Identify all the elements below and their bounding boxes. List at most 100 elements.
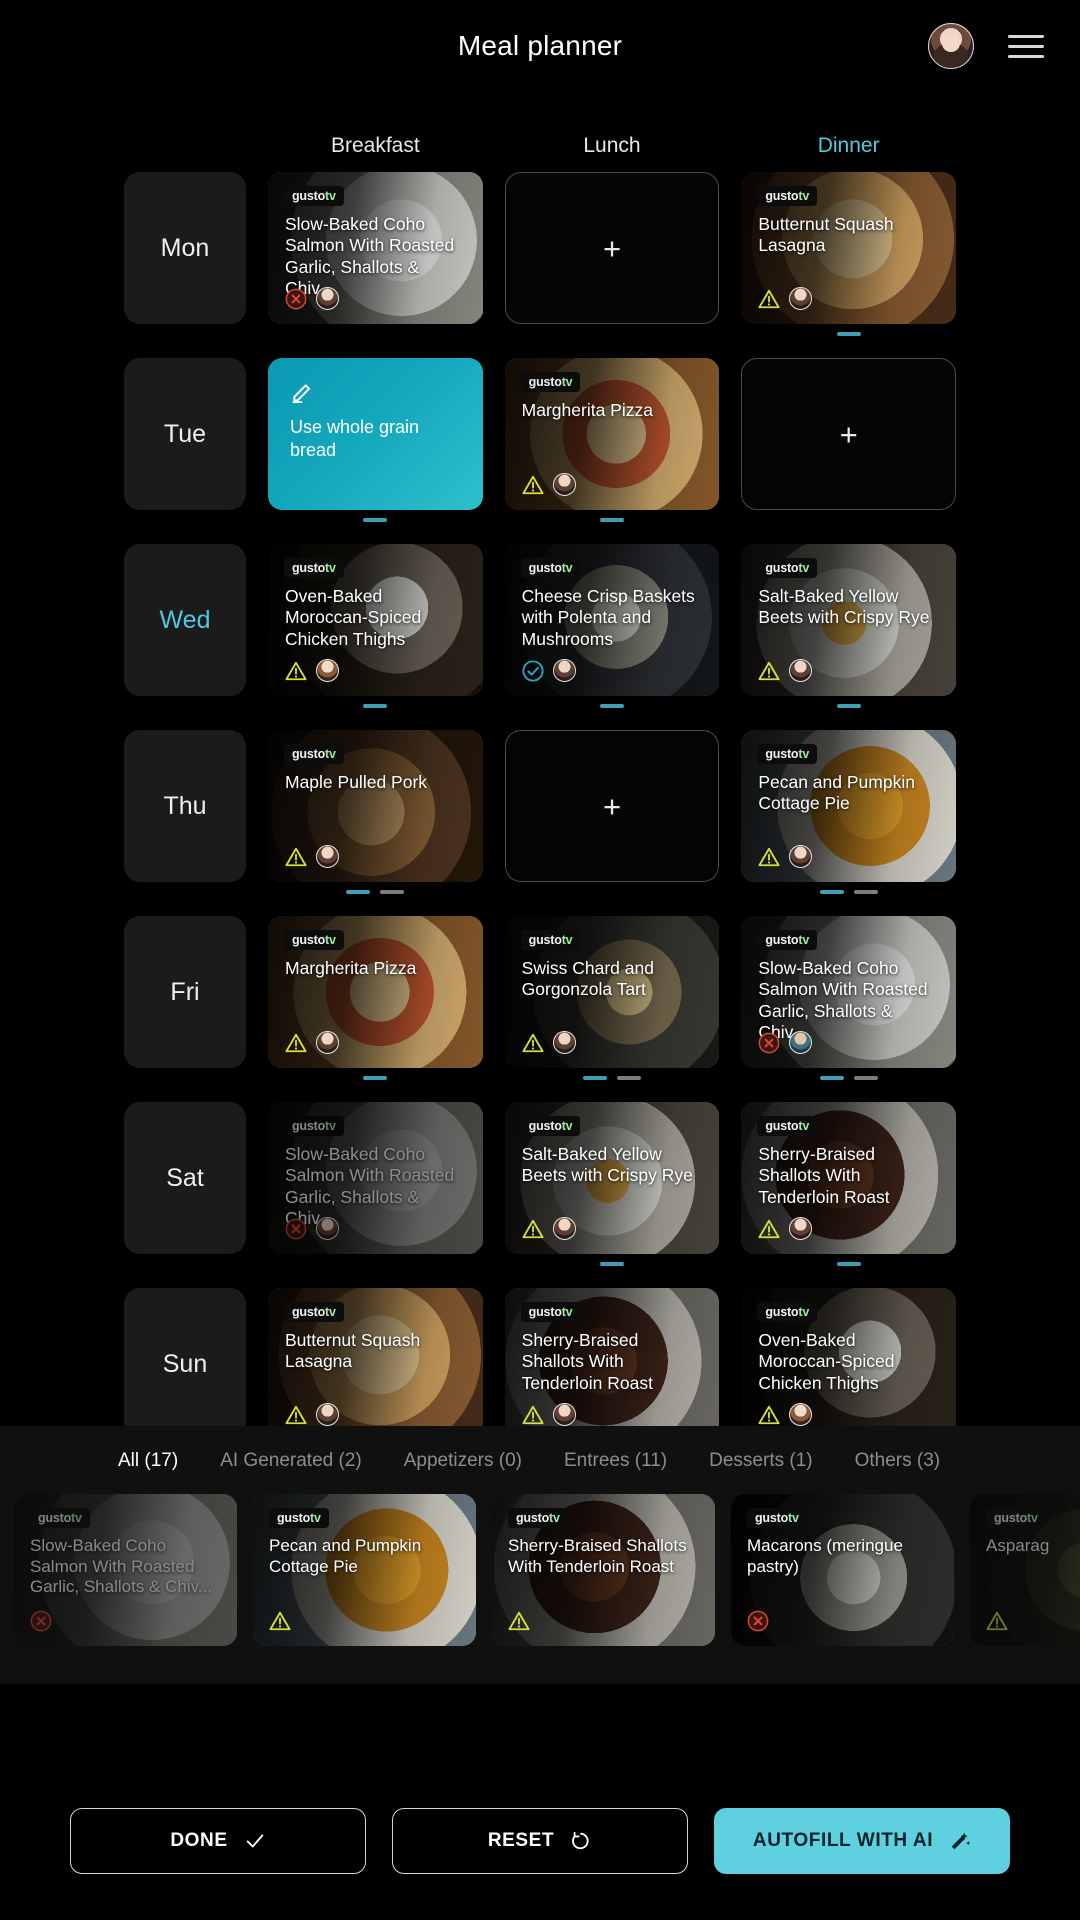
note-card[interactable]: Use whole grain bread (268, 358, 483, 510)
recipe-card[interactable]: gustotv Pecan and Pumpkin Cottage Pie (253, 1494, 476, 1646)
brand-badge: gustotv (520, 372, 581, 392)
brand-badge: gustotv (284, 1116, 344, 1136)
pagination-dot-active[interactable] (599, 704, 624, 708)
day-label-wed[interactable]: Wed (124, 544, 246, 696)
meal-card[interactable]: gustotv Margherita Pizza (268, 916, 483, 1068)
add-meal-slot[interactable]: + (504, 172, 720, 324)
meal-card[interactable]: gustotv Oven-Baked Moroccan-Spiced Chicke… (268, 544, 483, 696)
meal-card[interactable]: gustotv Slow-Baked Coho Salmon With Roast… (268, 1102, 483, 1254)
meal-status-icons (758, 659, 813, 682)
recipe-card[interactable]: gustotv Slow-Baked Coho Salmon With Roast… (14, 1494, 237, 1646)
filter-tab[interactable]: All (17) (118, 1450, 178, 1472)
done-button[interactable]: DONE (70, 1808, 366, 1874)
meal-status-icons (758, 1403, 813, 1426)
meal-card[interactable]: gustotv Pecan and Pumpkin Cottage Pie (741, 730, 956, 882)
brand-badge: gustotv (986, 1508, 1046, 1528)
assigned-user-avatar[interactable] (789, 1217, 813, 1240)
meal-card[interactable]: gustotv Cheese Crisp Baskets with Polenta… (504, 544, 720, 696)
pagination-dot-active[interactable] (582, 1076, 607, 1080)
day-label-sat[interactable]: Sat (124, 1102, 246, 1254)
day-label-thu[interactable]: Thu (124, 730, 246, 882)
card-pagination-dots (741, 1262, 956, 1266)
meal-title: Margherita Pizza (285, 958, 417, 978)
app-header: Meal planner (0, 0, 1080, 92)
day-label-fri[interactable]: Fri (124, 916, 246, 1068)
assigned-user-avatar[interactable] (316, 845, 339, 868)
meal-card[interactable]: gustotv Swiss Chard and Gorgonzola Tart (504, 916, 720, 1068)
recipe-status-icon (30, 1610, 52, 1632)
meal-card[interactable]: gustotv Sherry-Braised Shallots With Tend… (504, 1288, 720, 1440)
meal-card[interactable]: gustotv Salt-Baked Yellow Beets with Cris… (504, 1102, 720, 1254)
pagination-dot-active[interactable] (599, 518, 624, 522)
assigned-user-avatar[interactable] (316, 1403, 339, 1426)
pagination-dot[interactable] (616, 1076, 641, 1080)
user-avatar[interactable] (928, 23, 974, 69)
autofill-with-ai-button[interactable]: AUTOFILL WITH AI (714, 1808, 1010, 1874)
assigned-user-avatar[interactable] (316, 1217, 339, 1240)
filter-tab[interactable]: Entrees (11) (564, 1450, 667, 1472)
recipe-carousel[interactable]: gustotv Slow-Baked Coho Salmon With Roast… (0, 1472, 1080, 1646)
recipe-card[interactable]: gustotv Macarons (meringue pastry) (731, 1494, 954, 1646)
day-label-tue[interactable]: Tue (124, 358, 246, 510)
assigned-user-avatar[interactable] (552, 1403, 576, 1426)
add-meal-slot[interactable]: + (741, 358, 956, 510)
pagination-dot-active[interactable] (836, 1262, 861, 1266)
assigned-user-avatar[interactable] (789, 1031, 813, 1054)
meal-card[interactable]: gustotv Butternut Squash Lasagna (741, 172, 956, 324)
assigned-user-avatar[interactable] (552, 1217, 576, 1240)
meal-card[interactable]: gustotv Slow-Baked Coho Salmon With Roast… (741, 916, 956, 1068)
meal-card[interactable]: gustotv Maple Pulled Pork (268, 730, 483, 882)
meal-slot: gustotv Cheese Crisp Baskets with Polenta… (504, 544, 720, 708)
pagination-dot-active[interactable] (599, 1262, 624, 1266)
pagination-dot-active[interactable] (363, 518, 388, 522)
assigned-user-avatar[interactable] (552, 1031, 576, 1054)
pagination-dot-active[interactable] (363, 1076, 388, 1080)
day-label-sun[interactable]: Sun (124, 1288, 246, 1440)
meal-status-icons (285, 1031, 339, 1054)
pagination-dot-active[interactable] (819, 1076, 844, 1080)
assigned-user-avatar[interactable] (552, 659, 576, 682)
assigned-user-avatar[interactable] (552, 473, 576, 496)
done-button-label: DONE (170, 1830, 228, 1851)
day-label-mon[interactable]: Mon (124, 172, 246, 324)
pagination-dot[interactable] (380, 890, 405, 894)
meal-card[interactable]: gustotv Butternut Squash Lasagna (268, 1288, 483, 1440)
recipe-card[interactable]: gustotv Asparag (970, 1494, 1080, 1646)
brand-suffix: tv (561, 375, 573, 389)
assigned-user-avatar[interactable] (789, 1403, 813, 1426)
assigned-user-avatar[interactable] (316, 1031, 339, 1054)
meal-card[interactable]: gustotv Slow-Baked Coho Salmon With Roast… (268, 172, 483, 324)
filter-tab[interactable]: Appetizers (0) (404, 1450, 522, 1472)
filter-tab[interactable]: Desserts (1) (709, 1450, 812, 1472)
pencil-edit-icon[interactable] (290, 378, 316, 404)
hamburger-menu-icon[interactable] (1008, 34, 1044, 58)
meal-column-breakfast[interactable]: Breakfast (268, 134, 483, 158)
filter-tab[interactable]: Others (3) (855, 1450, 941, 1472)
meal-column-lunch[interactable]: Lunch (505, 134, 720, 158)
filter-tab[interactable]: AI Generated (2) (220, 1450, 362, 1472)
pagination-dot-active[interactable] (819, 890, 844, 894)
meal-card[interactable]: gustotv Salt-Baked Yellow Beets with Cris… (741, 544, 956, 696)
meal-card[interactable]: gustotv Oven-Baked Moroccan-Spiced Chicke… (741, 1288, 956, 1440)
meal-title: Cheese Crisp Baskets with Polenta and Mu… (521, 586, 695, 649)
meal-card[interactable]: gustotv Margherita Pizza (504, 358, 720, 510)
meal-column-dinner[interactable]: Dinner (741, 134, 956, 158)
pagination-dot-active[interactable] (346, 890, 371, 894)
pagination-dot-active[interactable] (363, 704, 388, 708)
pagination-dot-active[interactable] (836, 704, 861, 708)
planner-grid: Mon gustotv Slow-Baked Coho Salmon With Ro… (0, 172, 1080, 1452)
pagination-dot[interactable] (853, 1076, 878, 1080)
recipe-card[interactable]: gustotv Sherry-Braised Shallots With Tend… (492, 1494, 715, 1646)
brand-badge: gustotv (508, 1508, 568, 1528)
assigned-user-avatar[interactable] (789, 287, 813, 310)
assigned-user-avatar[interactable] (789, 659, 813, 682)
pagination-dot-active[interactable] (836, 332, 861, 336)
brand-name: gusto (765, 189, 799, 203)
reset-button[interactable]: RESET (392, 1808, 688, 1874)
meal-card[interactable]: gustotv Sherry-Braised Shallots With Tend… (741, 1102, 956, 1254)
assigned-user-avatar[interactable] (316, 659, 339, 682)
assigned-user-avatar[interactable] (316, 287, 339, 310)
pagination-dot[interactable] (853, 890, 878, 894)
add-meal-slot[interactable]: + (504, 730, 720, 882)
assigned-user-avatar[interactable] (789, 845, 813, 868)
